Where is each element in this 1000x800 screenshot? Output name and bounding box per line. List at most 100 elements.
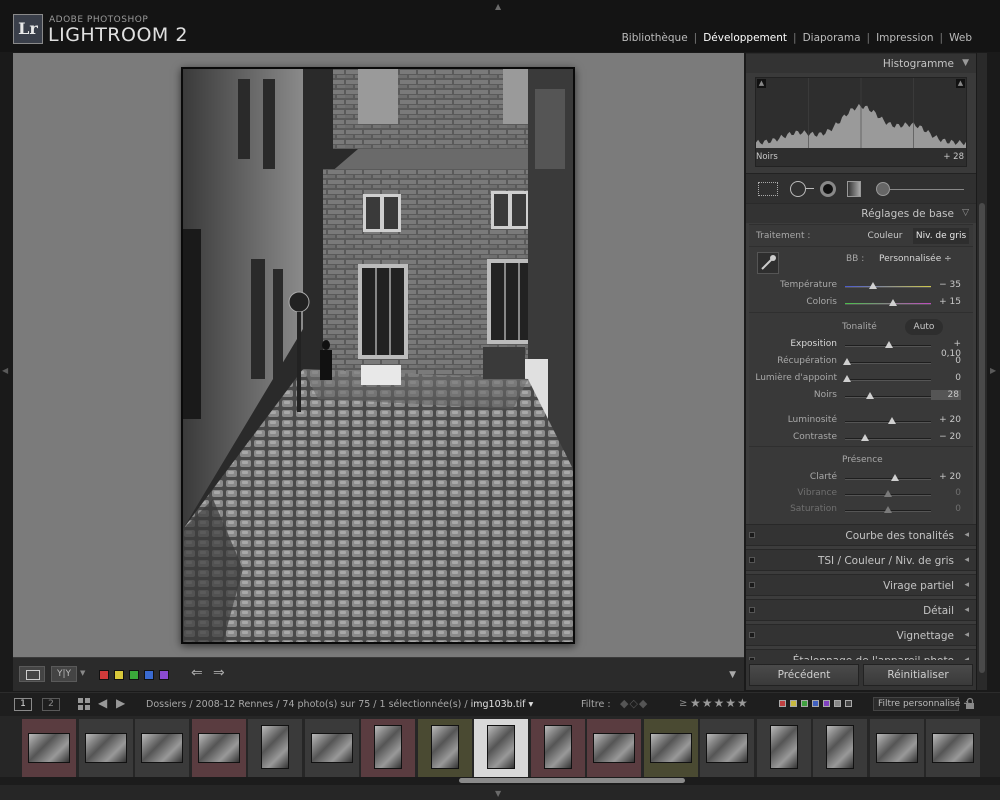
- slider-thumb[interactable]: [843, 375, 851, 382]
- filmstrip-thumbnail[interactable]: [22, 719, 76, 777]
- slider-thumb[interactable]: [890, 474, 899, 481]
- slider-track[interactable]: [845, 434, 931, 441]
- slider-track[interactable]: [845, 392, 931, 399]
- slider-value[interactable]: 0: [931, 356, 961, 366]
- previous-photo-arrow-icon[interactable]: ⇐: [191, 665, 203, 681]
- filmstrip-thumbnail[interactable]: [756, 719, 811, 777]
- slider-track[interactable]: [845, 341, 931, 348]
- rating-comparator[interactable]: ≥: [679, 698, 687, 709]
- adjustment-brush-icon[interactable]: [876, 182, 890, 196]
- collapse-left-panel-icon[interactable]: ◀: [2, 366, 8, 375]
- filmstrip-thumbnail[interactable]: [248, 719, 302, 777]
- filmstrip-scrollbar[interactable]: [0, 777, 1000, 785]
- slider-thumb[interactable]: [888, 299, 897, 306]
- slider-track[interactable]: [845, 417, 931, 424]
- color-label-yellow[interactable]: [114, 670, 124, 680]
- flag-filter-icons[interactable]: ◆◇◆: [620, 697, 648, 710]
- slider-track[interactable]: [845, 282, 931, 289]
- before-after-dropdown-icon[interactable]: ▼: [80, 669, 85, 677]
- slider-thumb[interactable]: [888, 417, 897, 424]
- filmstrip-thumbnail[interactable]: [304, 719, 359, 777]
- collapsed-panel-header[interactable]: Vignettage ◂: [746, 624, 976, 646]
- filmstrip-thumbnail[interactable]: [78, 719, 133, 777]
- collapsed-panel-header[interactable]: Courbe des tonalités ◂: [746, 524, 976, 546]
- reset-button[interactable]: Réinitialiser: [863, 664, 973, 686]
- color-label-blue[interactable]: [144, 670, 154, 680]
- white-balance-eyedropper-icon[interactable]: [757, 252, 779, 274]
- filmstrip-scroll-thumb[interactable]: [459, 778, 685, 783]
- color-filter-swatch[interactable]: [823, 700, 830, 707]
- slider-thumb[interactable]: [865, 392, 874, 399]
- slider-thumb[interactable]: [884, 506, 892, 513]
- crop-tool-icon[interactable]: [758, 182, 778, 196]
- color-filter-swatch[interactable]: [790, 700, 797, 707]
- before-after-button[interactable]: Y|Y: [51, 666, 77, 682]
- highlight-clipping-icon[interactable]: ▲: [956, 79, 965, 88]
- slider-value[interactable]: + 20: [931, 472, 961, 482]
- right-panel-scrollbar[interactable]: [977, 53, 987, 690]
- color-filter-swatch[interactable]: [845, 700, 852, 707]
- slider-value[interactable]: − 20: [931, 432, 961, 442]
- filter-lock-icon[interactable]: [965, 697, 975, 710]
- star-rating-filter[interactable]: ★★★★★: [690, 696, 749, 710]
- slider-value[interactable]: 0: [931, 488, 961, 498]
- basic-settings-header[interactable]: Réglages de base ▽: [746, 203, 976, 223]
- collapse-triangle-icon[interactable]: ▽: [962, 208, 969, 218]
- slider-track[interactable]: [843, 375, 931, 382]
- collapsed-panel-header[interactable]: Détail ◂: [746, 599, 976, 621]
- filmstrip-thumbnail[interactable]: [135, 719, 189, 777]
- module-slideshow[interactable]: Diaporama: [803, 32, 861, 44]
- filmstrip-thumbnail[interactable]: [643, 719, 698, 777]
- custom-filter-dropdown[interactable]: Filtre personnalisé ÷: [873, 697, 971, 711]
- color-label-green[interactable]: [129, 670, 139, 680]
- current-filename[interactable]: img103b.tif ▾: [471, 699, 534, 710]
- slider-thumb[interactable]: [861, 434, 870, 441]
- filmstrip-back-arrow-icon[interactable]: ◀: [98, 696, 107, 710]
- slider-value[interactable]: 0: [931, 504, 961, 514]
- treatment-grayscale-button[interactable]: Niv. de gris: [913, 228, 969, 244]
- slider-value[interactable]: + 20: [931, 415, 961, 425]
- histogram-graph[interactable]: ▲ ▲: [755, 77, 967, 167]
- grid-view-icon[interactable]: [78, 698, 90, 710]
- color-filter-swatch[interactable]: [779, 700, 786, 707]
- filmstrip-thumbnail[interactable]: [474, 719, 528, 777]
- expand-triangle-icon[interactable]: ◂: [964, 530, 969, 540]
- expand-triangle-icon[interactable]: ◂: [964, 605, 969, 615]
- filmstrip-thumbnail[interactable]: [587, 719, 641, 777]
- slider-value[interactable]: 0: [931, 373, 961, 383]
- shadow-clipping-icon[interactable]: ▲: [757, 79, 766, 88]
- filmstrip-thumbnail[interactable]: [191, 719, 246, 777]
- color-filter-swatch[interactable]: [801, 700, 808, 707]
- previous-button[interactable]: Précédent: [749, 664, 859, 686]
- expand-triangle-icon[interactable]: ◂: [964, 580, 969, 590]
- brush-slider-track[interactable]: [890, 189, 964, 190]
- white-balance-dropdown[interactable]: Personnalisée ÷: [879, 254, 952, 264]
- treatment-color-button[interactable]: Couleur: [863, 228, 907, 244]
- filmstrip-thumbnail[interactable]: [361, 719, 415, 777]
- filmstrip-thumbnail[interactable]: [417, 719, 472, 777]
- slider-thumb[interactable]: [869, 282, 878, 289]
- spot-removal-icon[interactable]: [790, 181, 806, 197]
- loupe-view-button[interactable]: [19, 666, 45, 682]
- slider-value[interactable]: − 35: [931, 280, 961, 290]
- slider-track[interactable]: [845, 474, 931, 481]
- secondary-window-button[interactable]: 2: [42, 698, 60, 711]
- filmstrip-thumbnail[interactable]: [530, 719, 585, 777]
- expand-triangle-icon[interactable]: ◂: [964, 555, 969, 565]
- slider-track[interactable]: [845, 299, 931, 306]
- slider-value[interactable]: + 15: [931, 297, 961, 307]
- color-label-purple[interactable]: [159, 670, 169, 680]
- main-photo[interactable]: [181, 67, 575, 644]
- collapse-filmstrip-icon[interactable]: ▼: [495, 789, 501, 798]
- panel-toggle-icon[interactable]: [749, 557, 755, 563]
- collapse-triangle-icon[interactable]: ▼: [962, 58, 969, 68]
- slider-track[interactable]: [843, 358, 931, 365]
- filmstrip-thumbnail[interactable]: [926, 719, 980, 777]
- slider-thumb[interactable]: [843, 358, 851, 365]
- slider-value[interactable]: 28: [931, 390, 961, 400]
- panel-toggle-icon[interactable]: [749, 632, 755, 638]
- next-photo-arrow-icon[interactable]: ⇒: [213, 665, 225, 681]
- color-filter-swatch[interactable]: [812, 700, 819, 707]
- filmstrip-forward-arrow-icon[interactable]: ▶: [116, 696, 125, 710]
- color-filter-swatch[interactable]: [834, 700, 841, 707]
